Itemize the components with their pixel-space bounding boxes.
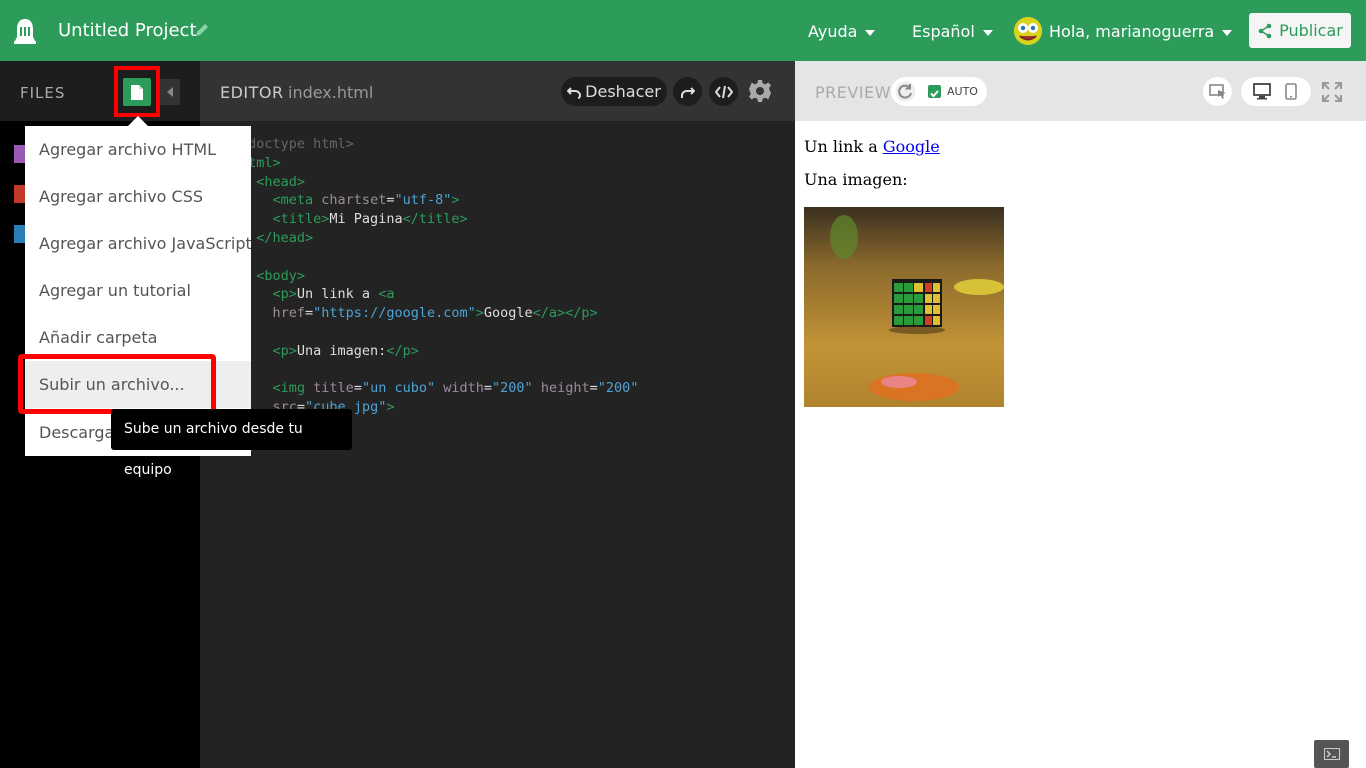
code-token: <img: [272, 380, 306, 397]
preview-header: PREVIEW AUTO: [795, 61, 1366, 121]
preview-paragraph: Un link a Google: [804, 137, 940, 156]
fullscreen-icon[interactable]: [1321, 81, 1343, 103]
desktop-icon[interactable]: [1253, 83, 1271, 100]
code-token: <p>: [272, 342, 297, 359]
terminal-icon: [1323, 748, 1340, 760]
code-editor[interactable]: !doctype html> html> <head> <meta charts…: [240, 135, 638, 417]
chevron-down-icon: [865, 29, 876, 36]
code-token: </a></p>: [532, 305, 598, 322]
code-token: Google: [483, 305, 533, 322]
code-format-button[interactable]: [709, 77, 738, 106]
menu-item-add-html[interactable]: Agregar archivo HTML: [25, 126, 251, 173]
editor-filename: index.html: [288, 83, 374, 102]
highlight-box: [18, 354, 216, 414]
cube-image: [804, 207, 1004, 407]
redo-icon: [680, 86, 695, 98]
collapse-files-button[interactable]: [160, 79, 180, 105]
gear-icon[interactable]: [748, 79, 772, 103]
chevron-down-icon: [1222, 29, 1233, 36]
tooltip: Sube un archivo desde tu equipo: [111, 409, 352, 478]
preview-image-caption: Una imagen:: [804, 170, 908, 189]
code-token: <title>: [272, 211, 330, 228]
pencil-icon[interactable]: [195, 23, 209, 37]
code-token: width: [443, 380, 484, 397]
device-toggle: [1241, 77, 1311, 106]
code-token: height: [540, 380, 590, 397]
code-token: chartset: [321, 192, 387, 209]
avatar[interactable]: [1014, 17, 1042, 45]
project-title[interactable]: Untitled Project: [58, 20, 197, 41]
code-token: "utf-8": [394, 192, 452, 209]
check-icon: [930, 90, 939, 98]
code-token: "https://google.com": [313, 305, 476, 322]
preview-content: Un link a Google Una imagen:: [804, 137, 940, 203]
file-icon: [131, 84, 143, 100]
share-icon: [1258, 23, 1272, 38]
editor-label: EDITOR: [220, 83, 284, 102]
code-token: href: [272, 305, 306, 322]
google-link[interactable]: Google: [883, 137, 940, 156]
user-menu[interactable]: Hola, marianoguerra: [1049, 22, 1233, 41]
code-token: Una imagen:: [296, 342, 387, 359]
help-menu[interactable]: Ayuda: [808, 22, 876, 41]
chevron-down-icon: [982, 29, 993, 36]
code-token: <meta: [272, 192, 314, 209]
code-token: <a: [378, 286, 395, 303]
redo-button[interactable]: [673, 77, 702, 106]
auto-refresh-checkbox[interactable]: [928, 85, 941, 98]
code-token: Un link a: [296, 286, 379, 303]
code-token: "un cubo": [361, 380, 436, 397]
language-menu[interactable]: Español: [912, 22, 993, 41]
code-token: <p>: [272, 286, 297, 303]
code-token: !doctype html>: [240, 136, 354, 152]
language-label: Español: [912, 22, 975, 41]
app-logo-icon[interactable]: [12, 17, 38, 45]
mobile-icon[interactable]: [1285, 83, 1297, 100]
menu-item-add-tutorial[interactable]: Agregar un tutorial: [25, 267, 251, 314]
top-bar: Untitled Project Ayuda Español Hola, mar…: [0, 0, 1366, 61]
publish-label: Publicar: [1279, 21, 1343, 40]
auto-label: AUTO: [947, 85, 978, 98]
code-token: "200": [492, 380, 533, 397]
console-toggle-button[interactable]: [1314, 740, 1349, 768]
new-file-button[interactable]: [123, 78, 151, 106]
inspect-icon: [1208, 83, 1226, 99]
user-greeting: Hola, marianoguerra: [1049, 22, 1215, 41]
code-token: title: [313, 380, 354, 397]
preview-link-prefix: Un link a: [804, 137, 878, 156]
menu-item-add-css[interactable]: Agregar archivo CSS: [25, 173, 251, 220]
preview-controls: AUTO: [891, 77, 987, 106]
files-label: FILES: [20, 84, 66, 102]
menu-arrow: [128, 116, 148, 126]
files-header: FILES: [0, 61, 200, 121]
help-label: Ayuda: [808, 22, 858, 41]
code-token: </p>: [386, 342, 419, 359]
preview-panel: PREVIEW AUTO Un link a Google Una imagen…: [795, 61, 1366, 768]
editor-header: EDITOR index.html Deshacer: [200, 61, 795, 121]
code-token: Mi Pagina: [329, 211, 403, 228]
code-token: >: [386, 399, 395, 416]
inspect-button[interactable]: [1203, 77, 1232, 106]
menu-item-add-javascript[interactable]: Agregar archivo JavaScript: [25, 220, 251, 267]
caret-left-icon: [167, 87, 173, 97]
publish-button[interactable]: Publicar: [1249, 13, 1351, 48]
refresh-icon[interactable]: [895, 81, 916, 102]
undo-button[interactable]: Deshacer: [561, 77, 667, 106]
code-token: </title>: [402, 211, 468, 228]
preview-label: PREVIEW: [815, 83, 891, 102]
code-icon: [714, 85, 733, 98]
code-token: <body>: [256, 267, 306, 284]
code-token: </head>: [256, 229, 314, 246]
code-token: <head>: [256, 173, 306, 190]
code-token: "200": [597, 380, 639, 397]
undo-icon: [567, 86, 582, 99]
undo-label: Deshacer: [585, 82, 661, 101]
